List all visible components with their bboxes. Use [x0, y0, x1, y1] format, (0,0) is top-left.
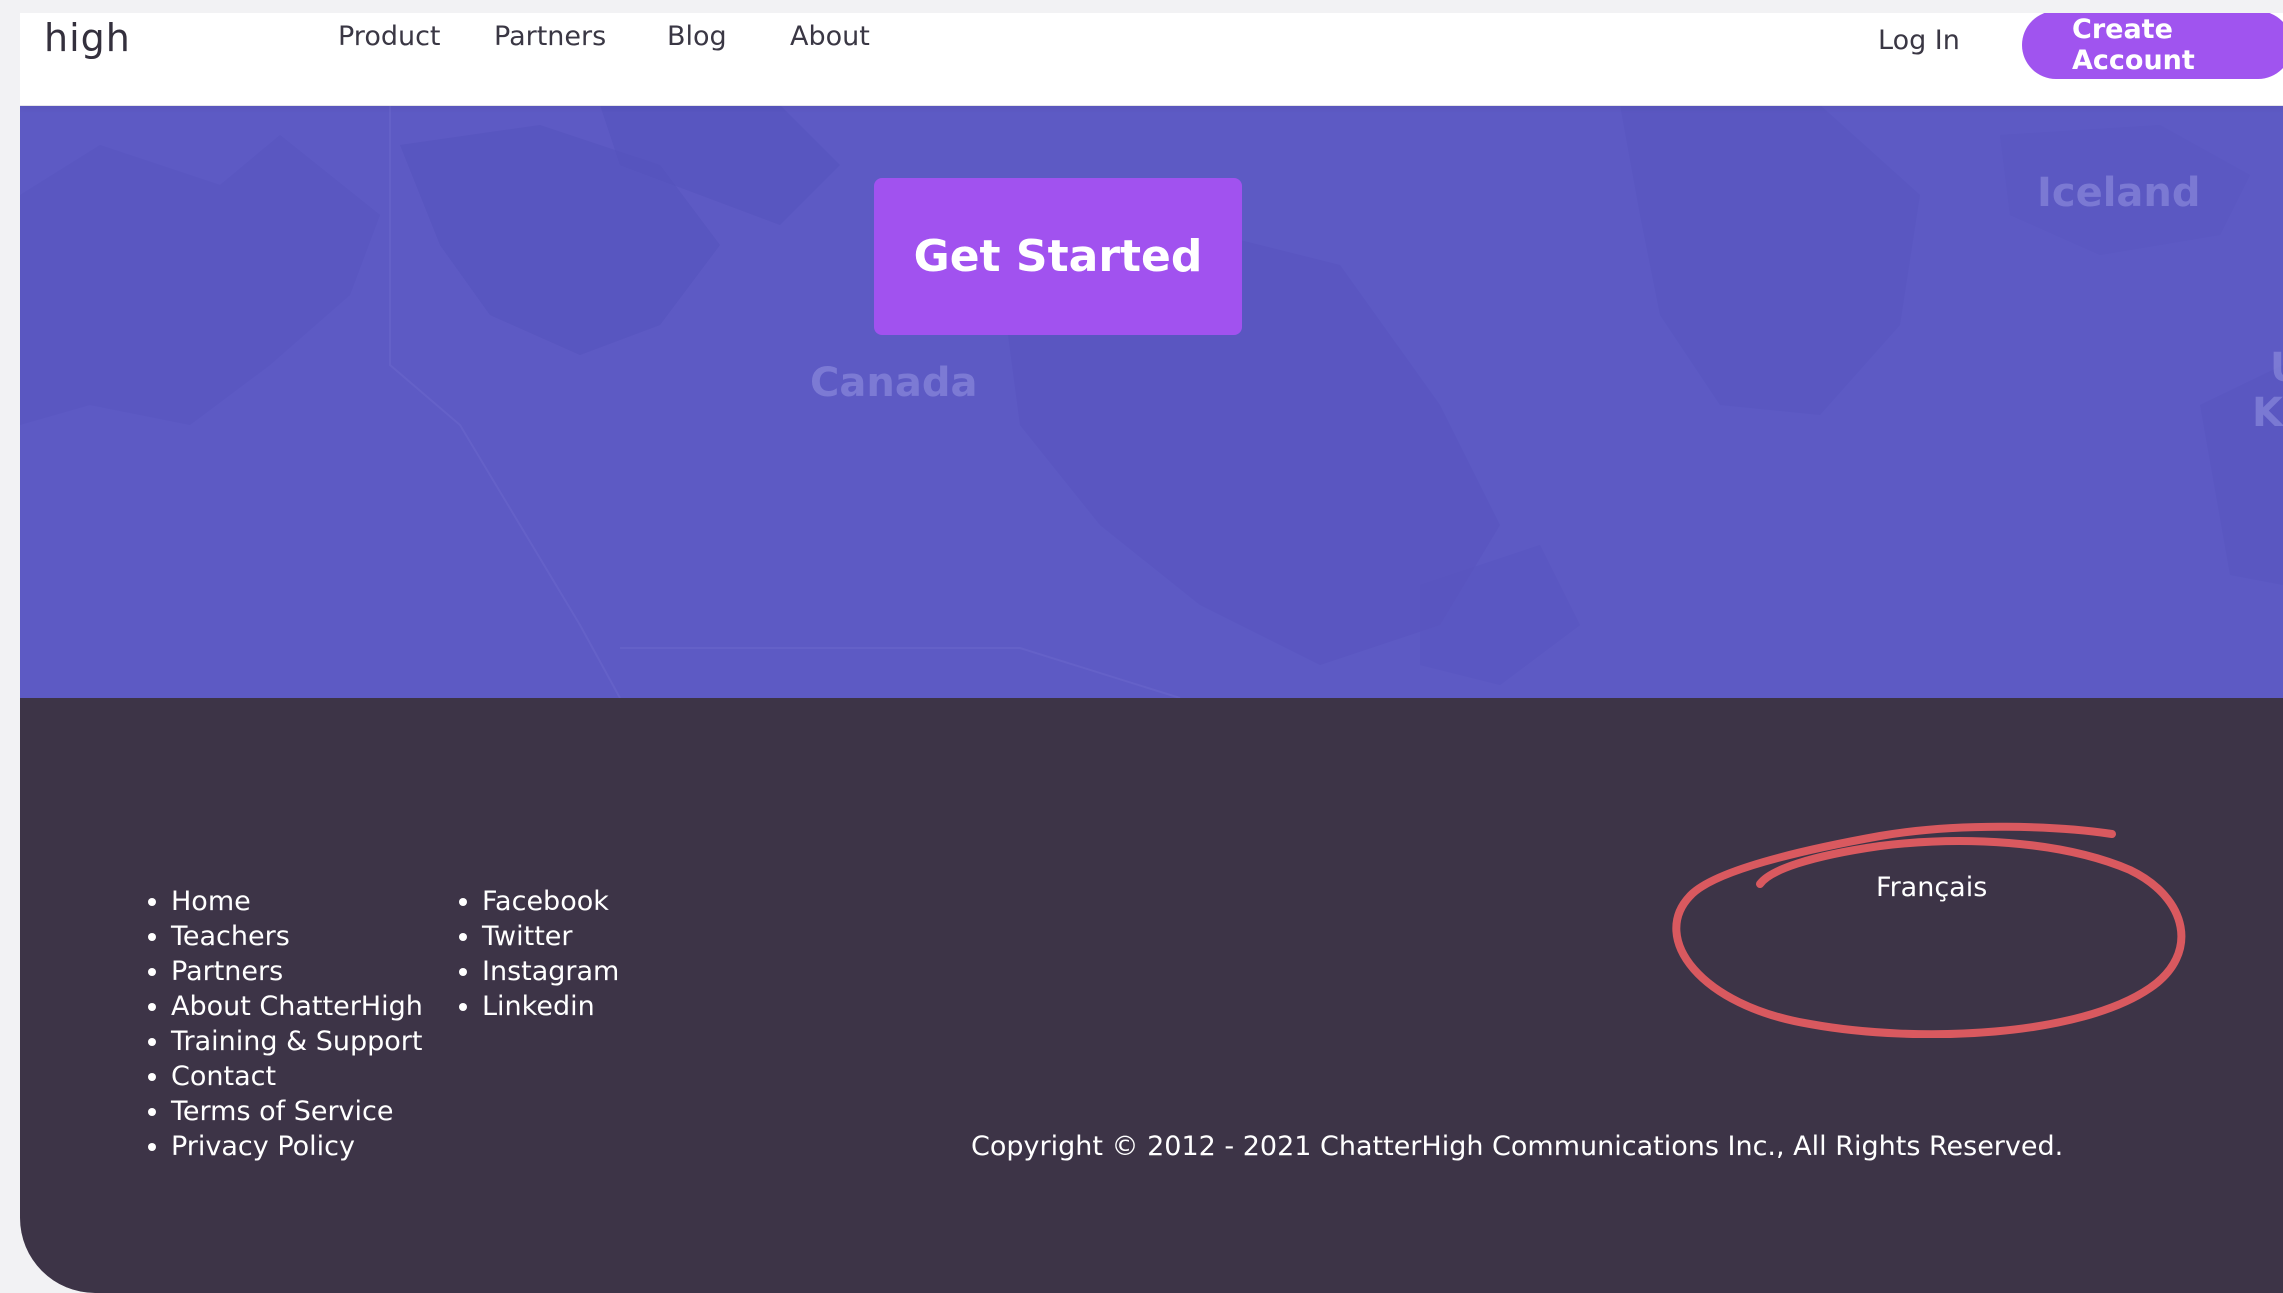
create-account-button[interactable]: Create Account: [2022, 13, 2283, 79]
footer-link-about[interactable]: About ChatterHigh: [171, 989, 423, 1024]
site-footer: Home Teachers Partners About ChatterHigh…: [20, 698, 2283, 1293]
hero-section: Canada Iceland U Ki Get Started: [20, 105, 2283, 698]
map-label-partial-1: U: [2270, 345, 2283, 391]
map-label-partial-2: Ki: [2252, 390, 2283, 436]
footer-site-links: Home Teachers Partners About ChatterHigh…: [141, 884, 423, 1164]
log-in-link[interactable]: Log In: [1878, 25, 1960, 56]
nav-partners[interactable]: Partners: [494, 21, 606, 52]
browser-viewport: high Product Partners Blog About Log In …: [20, 13, 2283, 1293]
footer-link-facebook[interactable]: Facebook: [482, 884, 619, 919]
footer-link-partners[interactable]: Partners: [171, 954, 423, 989]
copyright-text: Copyright © 2012 - 2021 ChatterHigh Comm…: [971, 1131, 2064, 1162]
map-label-canada: Canada: [810, 360, 978, 406]
language-switch-link[interactable]: Français: [1876, 872, 1987, 903]
footer-link-teachers[interactable]: Teachers: [171, 919, 423, 954]
footer-social-links: Facebook Twitter Instagram Linkedin: [452, 884, 619, 1024]
nav-product[interactable]: Product: [338, 21, 441, 52]
footer-link-privacy[interactable]: Privacy Policy: [171, 1129, 423, 1164]
footer-link-linkedin[interactable]: Linkedin: [482, 989, 619, 1024]
footer-link-terms[interactable]: Terms of Service: [171, 1094, 423, 1129]
logo-text: high: [44, 16, 131, 60]
nav-blog[interactable]: Blog: [667, 21, 727, 52]
footer-link-home[interactable]: Home: [171, 884, 423, 919]
footer-link-contact[interactable]: Contact: [171, 1059, 423, 1094]
red-circle-annotation: [1672, 822, 2186, 1038]
get-started-button[interactable]: Get Started: [874, 178, 1242, 335]
footer-link-twitter[interactable]: Twitter: [482, 919, 619, 954]
footer-link-training-support[interactable]: Training & Support: [171, 1024, 423, 1059]
site-header: high Product Partners Blog About Log In …: [20, 13, 2283, 106]
site-logo[interactable]: high: [44, 16, 131, 60]
map-label-iceland: Iceland: [2037, 170, 2201, 216]
nav-about[interactable]: About: [790, 21, 870, 52]
footer-link-instagram[interactable]: Instagram: [482, 954, 619, 989]
